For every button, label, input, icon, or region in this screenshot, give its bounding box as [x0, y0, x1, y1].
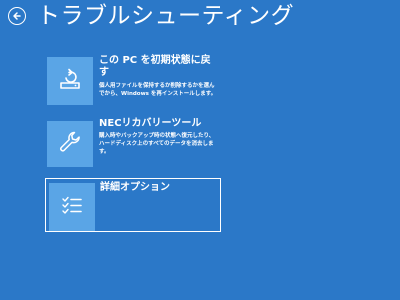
option-tile: [47, 57, 93, 105]
option-title: この PC を初期状態に戻す: [99, 55, 211, 78]
page-title: トラブルシューティング: [37, 3, 295, 29]
troubleshoot-screen: トラブルシューティング この PC を初期状態に戻す 個人用ファイルを保持するか…: [0, 0, 400, 300]
back-button[interactable]: [8, 7, 26, 25]
checklist-icon: [57, 190, 87, 224]
option-title: 詳細オプション: [100, 182, 170, 193]
option-reset-pc[interactable]: この PC を初期状態に戻す 個人用ファイルを保持するか削除するかを選んでから、…: [45, 55, 221, 109]
option-title: NECリカバリーツール: [99, 118, 202, 129]
back-arrow-icon: [12, 11, 22, 21]
option-description: 購入時やバックアップ時の状態へ復元したり、ハードディスク上のすべてのデータを消去…: [99, 133, 215, 155]
option-nec-recovery-tool[interactable]: NECリカバリーツール 購入時やバックアップ時の状態へ復元したり、ハードディスク…: [45, 118, 221, 168]
wrench-icon: [55, 127, 85, 161]
option-tile: [49, 183, 95, 231]
reset-pc-icon: [55, 64, 85, 98]
option-tile: [47, 121, 93, 167]
option-description: 個人用ファイルを保持するか削除するかを選んでから、Windows を再インストー…: [99, 83, 217, 97]
option-advanced-options[interactable]: 詳細オプション: [45, 178, 221, 232]
